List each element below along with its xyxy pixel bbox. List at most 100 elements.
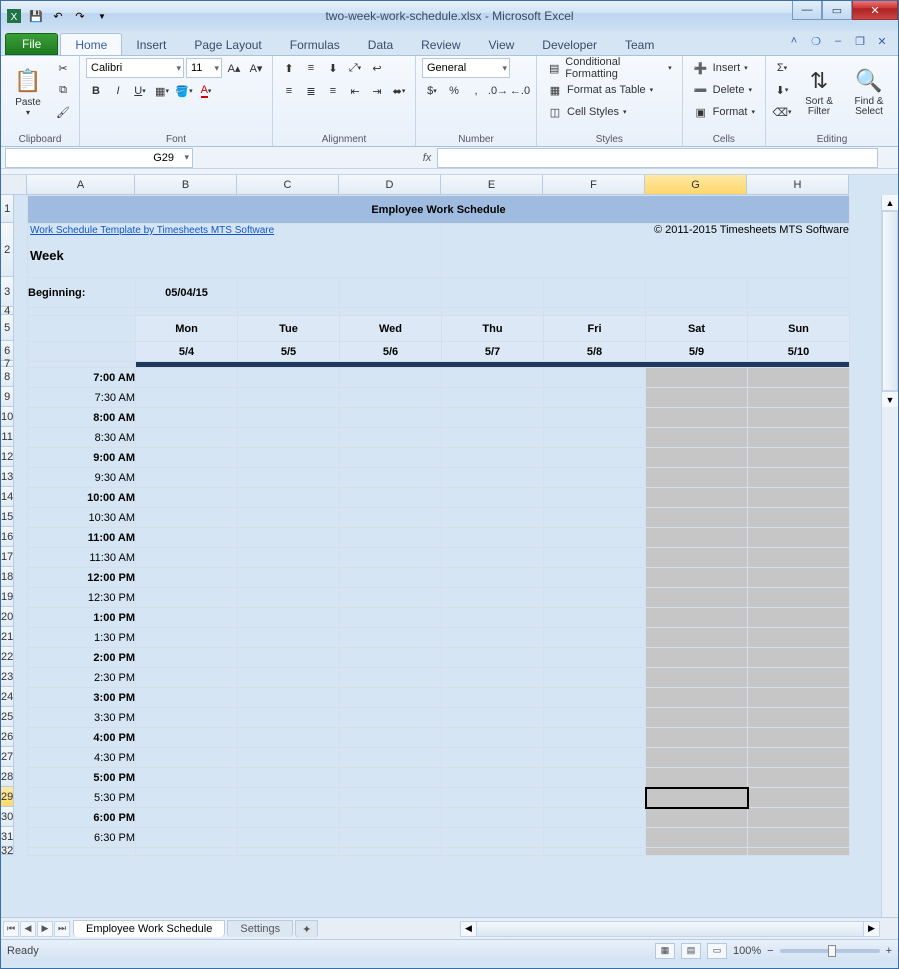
- font-size-combo[interactable]: 11: [186, 58, 222, 78]
- cell-G23[interactable]: [646, 668, 748, 688]
- cell-B13[interactable]: [136, 468, 238, 488]
- sort-filter-button[interactable]: ⇅ Sort & Filter: [796, 58, 842, 124]
- scroll-thumb[interactable]: [882, 211, 898, 391]
- find-select-button[interactable]: 🔍 Find & Select: [846, 58, 892, 124]
- cell-H24[interactable]: [748, 688, 850, 708]
- column-header-H[interactable]: H: [747, 175, 849, 195]
- format-painter-button[interactable]: 🖌: [53, 102, 73, 122]
- border-button[interactable]: ▦▾: [152, 81, 172, 101]
- cell-C20[interactable]: [238, 608, 340, 628]
- cell-D22[interactable]: [340, 648, 442, 668]
- row-header-10[interactable]: 10: [1, 407, 14, 427]
- horizontal-scrollbar[interactable]: ◀ ▶: [460, 921, 880, 937]
- cell-C15[interactable]: [238, 508, 340, 528]
- cell-B21[interactable]: [136, 628, 238, 648]
- row-header-32[interactable]: 32: [1, 847, 14, 855]
- cell-B20[interactable]: [136, 608, 238, 628]
- name-box[interactable]: G29: [5, 148, 193, 168]
- cell-F26[interactable]: [544, 728, 646, 748]
- cell-B28[interactable]: [136, 768, 238, 788]
- cell-B30[interactable]: [136, 808, 238, 828]
- row-header-13[interactable]: 13: [1, 467, 14, 487]
- cell-D20[interactable]: [340, 608, 442, 628]
- row-header-16[interactable]: 16: [1, 527, 14, 547]
- cell-G26[interactable]: [646, 728, 748, 748]
- align-center-button[interactable]: ≣: [301, 81, 321, 101]
- cell-B16[interactable]: [136, 528, 238, 548]
- cell-G10[interactable]: [646, 408, 748, 428]
- cell-F14[interactable]: [544, 488, 646, 508]
- cell-E8[interactable]: [442, 368, 544, 388]
- cell-D23[interactable]: [340, 668, 442, 688]
- cell-D24[interactable]: [340, 688, 442, 708]
- cell-H29[interactable]: [748, 788, 850, 808]
- cell-B31[interactable]: [136, 828, 238, 848]
- cell-H26[interactable]: [748, 728, 850, 748]
- cell-B17[interactable]: [136, 548, 238, 568]
- cell-H19[interactable]: [748, 588, 850, 608]
- cell-D13[interactable]: [340, 468, 442, 488]
- cell-C29[interactable]: [238, 788, 340, 808]
- cell-C30[interactable]: [238, 808, 340, 828]
- cell-F16[interactable]: [544, 528, 646, 548]
- merge-button[interactable]: ⬌▾: [389, 81, 409, 101]
- decrease-indent-button[interactable]: ⇤: [345, 81, 365, 101]
- cell-E17[interactable]: [442, 548, 544, 568]
- cell-C27[interactable]: [238, 748, 340, 768]
- scroll-up-icon[interactable]: ▲: [882, 195, 898, 211]
- cell-D31[interactable]: [340, 828, 442, 848]
- cell-C17[interactable]: [238, 548, 340, 568]
- cell-F30[interactable]: [544, 808, 646, 828]
- tab-home[interactable]: Home: [60, 33, 122, 55]
- autosum-button[interactable]: Σ▾: [772, 58, 792, 78]
- fill-color-button[interactable]: 🪣▾: [174, 81, 194, 101]
- cell-F27[interactable]: [544, 748, 646, 768]
- cell-F24[interactable]: [544, 688, 646, 708]
- cell-E9[interactable]: [442, 388, 544, 408]
- cell-G27[interactable]: [646, 748, 748, 768]
- cell-H16[interactable]: [748, 528, 850, 548]
- cell-C22[interactable]: [238, 648, 340, 668]
- cell-B27[interactable]: [136, 748, 238, 768]
- cell-E10[interactable]: [442, 408, 544, 428]
- cell-B23[interactable]: [136, 668, 238, 688]
- cell-E13[interactable]: [442, 468, 544, 488]
- cell-C19[interactable]: [238, 588, 340, 608]
- cell-B15[interactable]: [136, 508, 238, 528]
- underline-button[interactable]: U▾: [130, 81, 150, 101]
- cell-E30[interactable]: [442, 808, 544, 828]
- bold-button[interactable]: B: [86, 81, 106, 101]
- cell-F23[interactable]: [544, 668, 646, 688]
- help-icon[interactable]: ❍: [808, 33, 824, 49]
- file-tab[interactable]: File: [5, 33, 58, 55]
- cell-F15[interactable]: [544, 508, 646, 528]
- row-header-30[interactable]: 30: [1, 807, 14, 827]
- cell-E21[interactable]: [442, 628, 544, 648]
- paste-button[interactable]: 📋 Paste ▾: [7, 58, 49, 124]
- cell-H30[interactable]: [748, 808, 850, 828]
- tab-nav-first[interactable]: ⏮: [3, 921, 19, 937]
- cell-E18[interactable]: [442, 568, 544, 588]
- cell-C26[interactable]: [238, 728, 340, 748]
- cell-G11[interactable]: [646, 428, 748, 448]
- italic-button[interactable]: I: [108, 81, 128, 101]
- cell-B14[interactable]: [136, 488, 238, 508]
- cell-G22[interactable]: [646, 648, 748, 668]
- cell-H14[interactable]: [748, 488, 850, 508]
- cell-H13[interactable]: [748, 468, 850, 488]
- cell-H25[interactable]: [748, 708, 850, 728]
- column-header-F[interactable]: F: [543, 175, 645, 195]
- cell-C18[interactable]: [238, 568, 340, 588]
- cell-C9[interactable]: [238, 388, 340, 408]
- cell-D27[interactable]: [340, 748, 442, 768]
- cell-G16[interactable]: [646, 528, 748, 548]
- row-header-19[interactable]: 19: [1, 587, 14, 607]
- row-header-20[interactable]: 20: [1, 607, 14, 627]
- cell-F31[interactable]: [544, 828, 646, 848]
- cell-H27[interactable]: [748, 748, 850, 768]
- row-header-2[interactable]: 2: [1, 223, 14, 277]
- cell-G21[interactable]: [646, 628, 748, 648]
- fx-icon[interactable]: fx: [417, 152, 437, 164]
- zoom-out-button[interactable]: −: [767, 945, 773, 957]
- sheet-tab-active[interactable]: Employee Work Schedule: [73, 920, 225, 937]
